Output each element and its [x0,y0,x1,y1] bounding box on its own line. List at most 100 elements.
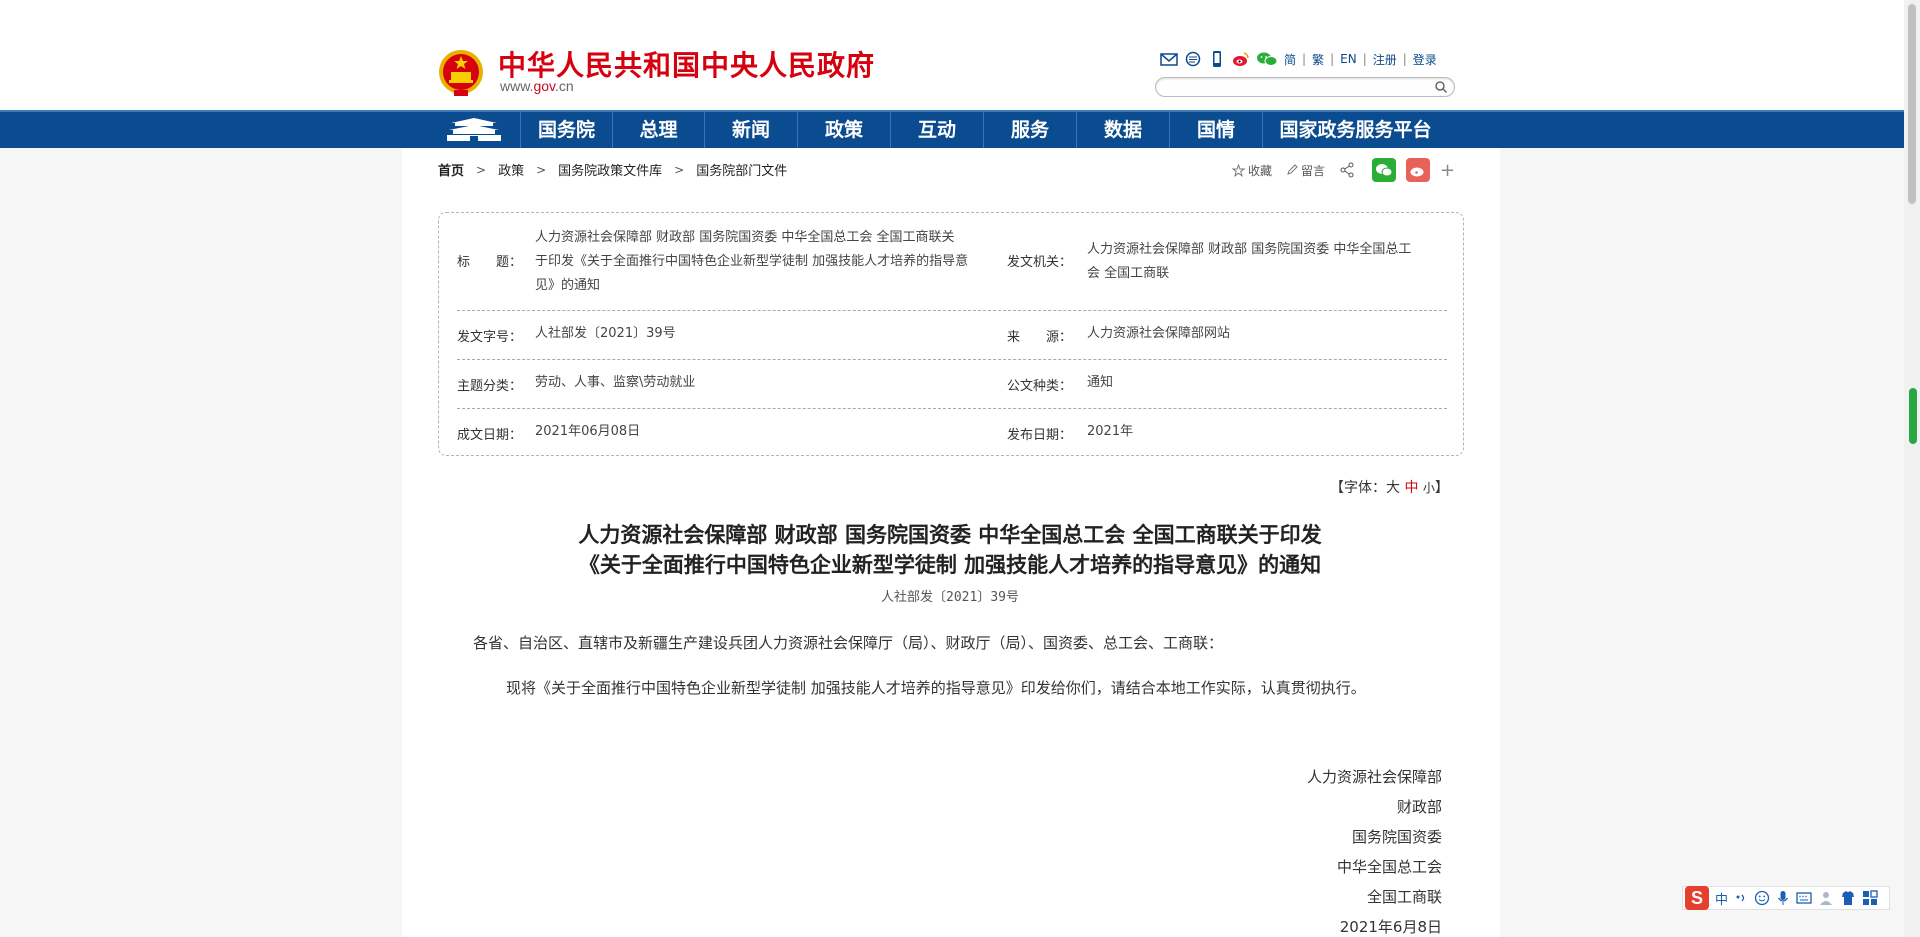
topic-label: 主题分类： [457,379,523,394]
microphone-icon[interactable] [1776,890,1790,906]
font-size-large[interactable]: 大 [1386,480,1400,496]
font-size-small[interactable]: 小 [1423,481,1435,495]
comment-button[interactable]: 留言 [1286,162,1325,179]
nav-item-state-council[interactable]: 国务院 [520,112,612,148]
document-title-line: 《关于全面推行中国特色企业新型学徒制 加强技能人才培养的指导意见》的通知 [578,552,1322,577]
mail-icon[interactable] [1160,51,1178,67]
title-label: 标 题： [457,255,523,270]
user-icon[interactable] [1818,890,1834,906]
nav-item-data[interactable]: 数据 [1076,112,1169,148]
font-size-suffix: 】 [1434,480,1449,496]
docno-label: 发文字号： [457,330,523,345]
link-separator: | [1362,52,1367,66]
font-size-control: 【字体：大 中 小】 [1330,477,1449,497]
source-label: 来 源： [1007,330,1073,345]
breadcrumb-home[interactable]: 首页 [438,160,464,179]
breadcrumb-policy-library[interactable]: 国务院政策文件库 [558,160,662,179]
side-float-handle[interactable] [1909,388,1917,444]
breadcrumb: 首页 > 政策 > 国务院政策文件库 > 国务院部门文件 [438,160,787,180]
share-button[interactable] [1339,162,1358,178]
type-value: 通知 [1087,375,1114,390]
docno-value: 人社部发〔2021〕39号 [535,326,676,341]
nav-item-interaction[interactable]: 互动 [890,112,983,148]
page-tools: 收藏 留言 + [1232,158,1455,182]
nav-item-news[interactable]: 新闻 [704,112,797,148]
info-row-title: 标 题： 人力资源社会保障部 财政部 国务院国资委 中华全国总工会 全国工商联关… [457,213,1447,311]
more-share-button[interactable]: + [1440,160,1455,181]
document-body: 现将《关于全面推行中国特色企业新型学徒制 加强技能人才培养的指导意见》印发给你们… [506,679,1366,697]
breadcrumb-dept-docs[interactable]: 国务院部门文件 [696,160,787,179]
document-salutation: 各省、自治区、直辖市及新疆生产建设兵团人力资源社会保障厅（局）、财政厅（局）、国… [473,634,1224,652]
signature-line: 中华全国总工会 [1336,858,1442,876]
title-line: 见》的通知 [535,278,601,293]
weibo-icon[interactable] [1232,51,1250,67]
pub-label: 发布日期： [1007,428,1073,443]
skin-icon[interactable] [1840,890,1856,906]
nav-home[interactable] [428,112,520,148]
link-separator: | [1402,52,1407,66]
site-header: 中华人民共和国中央人民政府 www.gov.cn 简 | 繁 | EN | 注册 | 登… [0,0,1904,110]
star-icon [1232,163,1245,177]
source-value: 人力资源社会保障部网站 [1087,326,1231,341]
favorite-label: 收藏 [1248,163,1273,178]
emoji-icon[interactable] [1754,890,1770,906]
date-value: 2021年06月08日 [535,424,641,439]
ime-toolbar: S 中 [1682,886,1890,910]
nav-item-national-info[interactable]: 国情 [1169,112,1262,148]
lang-simplified-link[interactable]: 简 [1284,51,1296,68]
signature-line: 全国工商联 [1366,888,1442,906]
page-side-left [0,148,402,937]
document-title-line: 人力资源社会保障部 财政部 国务院国资委 中华全国总工会 全国工商联关于印发 [578,522,1322,547]
date-label: 成文日期： [457,428,523,443]
rss-icon[interactable] [1184,51,1202,67]
sogou-logo-icon[interactable]: S [1685,886,1709,910]
main-nav: 国务院 总理 新闻 政策 互动 服务 数据 国情 国家政务服务平台 [0,110,1904,148]
breadcrumb-policy[interactable]: 政策 [498,160,524,179]
info-row-topic: 主题分类： 劳动、人事、监察\劳动就业 公文种类： 通知 [457,359,1447,409]
nav-item-services[interactable]: 服务 [983,112,1076,148]
font-size-medium[interactable]: 中 [1404,480,1418,496]
lang-english-link[interactable]: EN [1340,52,1357,66]
punctuation-icon[interactable] [1734,891,1748,905]
search-icon[interactable] [1434,80,1448,94]
pub-value: 2021年 [1087,424,1134,439]
topic-value: 劳动、人事、监察\劳动就业 [535,375,696,390]
lang-traditional-link[interactable]: 繁 [1312,51,1324,68]
share-wechat-button[interactable] [1372,158,1397,182]
link-separator: | [1330,52,1335,66]
ime-mode-toggle[interactable]: 中 [1715,889,1728,908]
signature-line: 财政部 [1396,798,1442,816]
register-link[interactable]: 注册 [1373,51,1397,68]
keyboard-icon[interactable] [1796,891,1812,905]
top-links: 简 | 繁 | EN | 注册 | 登录 [1160,50,1437,68]
nav-item-service-platform[interactable]: 国家政务服务平台 [1262,112,1448,148]
comment-label: 留言 [1301,163,1326,178]
signature-date: 2021年6月8日 [1339,918,1442,936]
nav-item-policy[interactable]: 政策 [797,112,890,148]
toolbox-icon[interactable] [1862,890,1878,906]
search-input[interactable] [1166,81,1430,99]
info-row-docno: 发文字号： 人社部发〔2021〕39号 来 源： 人力资源社会保障部网站 [457,310,1447,360]
site-url-suffix: .cn [555,78,574,94]
national-emblem-icon[interactable] [438,48,484,98]
site-url[interactable]: www.gov.cn [500,78,574,94]
wechat-icon[interactable] [1256,51,1278,67]
login-link[interactable]: 登录 [1413,51,1437,68]
issuer-label: 发文机关： [1007,255,1073,270]
document-title: 人力资源社会保障部 财政部 国务院国资委 中华全国总工会 全国工商联关于印发 《… [460,520,1440,580]
link-separator: | [1302,52,1307,66]
search-box [1155,77,1455,99]
info-row-date: 成文日期： 2021年06月08日 发布日期： 2021年 [457,408,1447,455]
title-line: 于印发《关于全面推行中国特色企业新型学徒制 加强技能人才培养的指导意 [535,254,969,269]
wechat-icon [1376,163,1393,176]
share-weibo-button[interactable] [1406,158,1431,182]
issuer-line: 会 全国工商联 [1087,266,1170,281]
scrollbar-thumb[interactable] [1908,4,1916,204]
favorite-button[interactable]: 收藏 [1232,162,1272,179]
mobile-icon[interactable] [1208,51,1226,67]
signature-line: 国务院国资委 [1351,828,1442,846]
document-number: 人社部发〔2021〕39号 [881,590,1019,605]
share-icon [1340,162,1354,178]
nav-item-premier[interactable]: 总理 [612,112,704,148]
page-scrollbar[interactable] [1904,0,1920,937]
